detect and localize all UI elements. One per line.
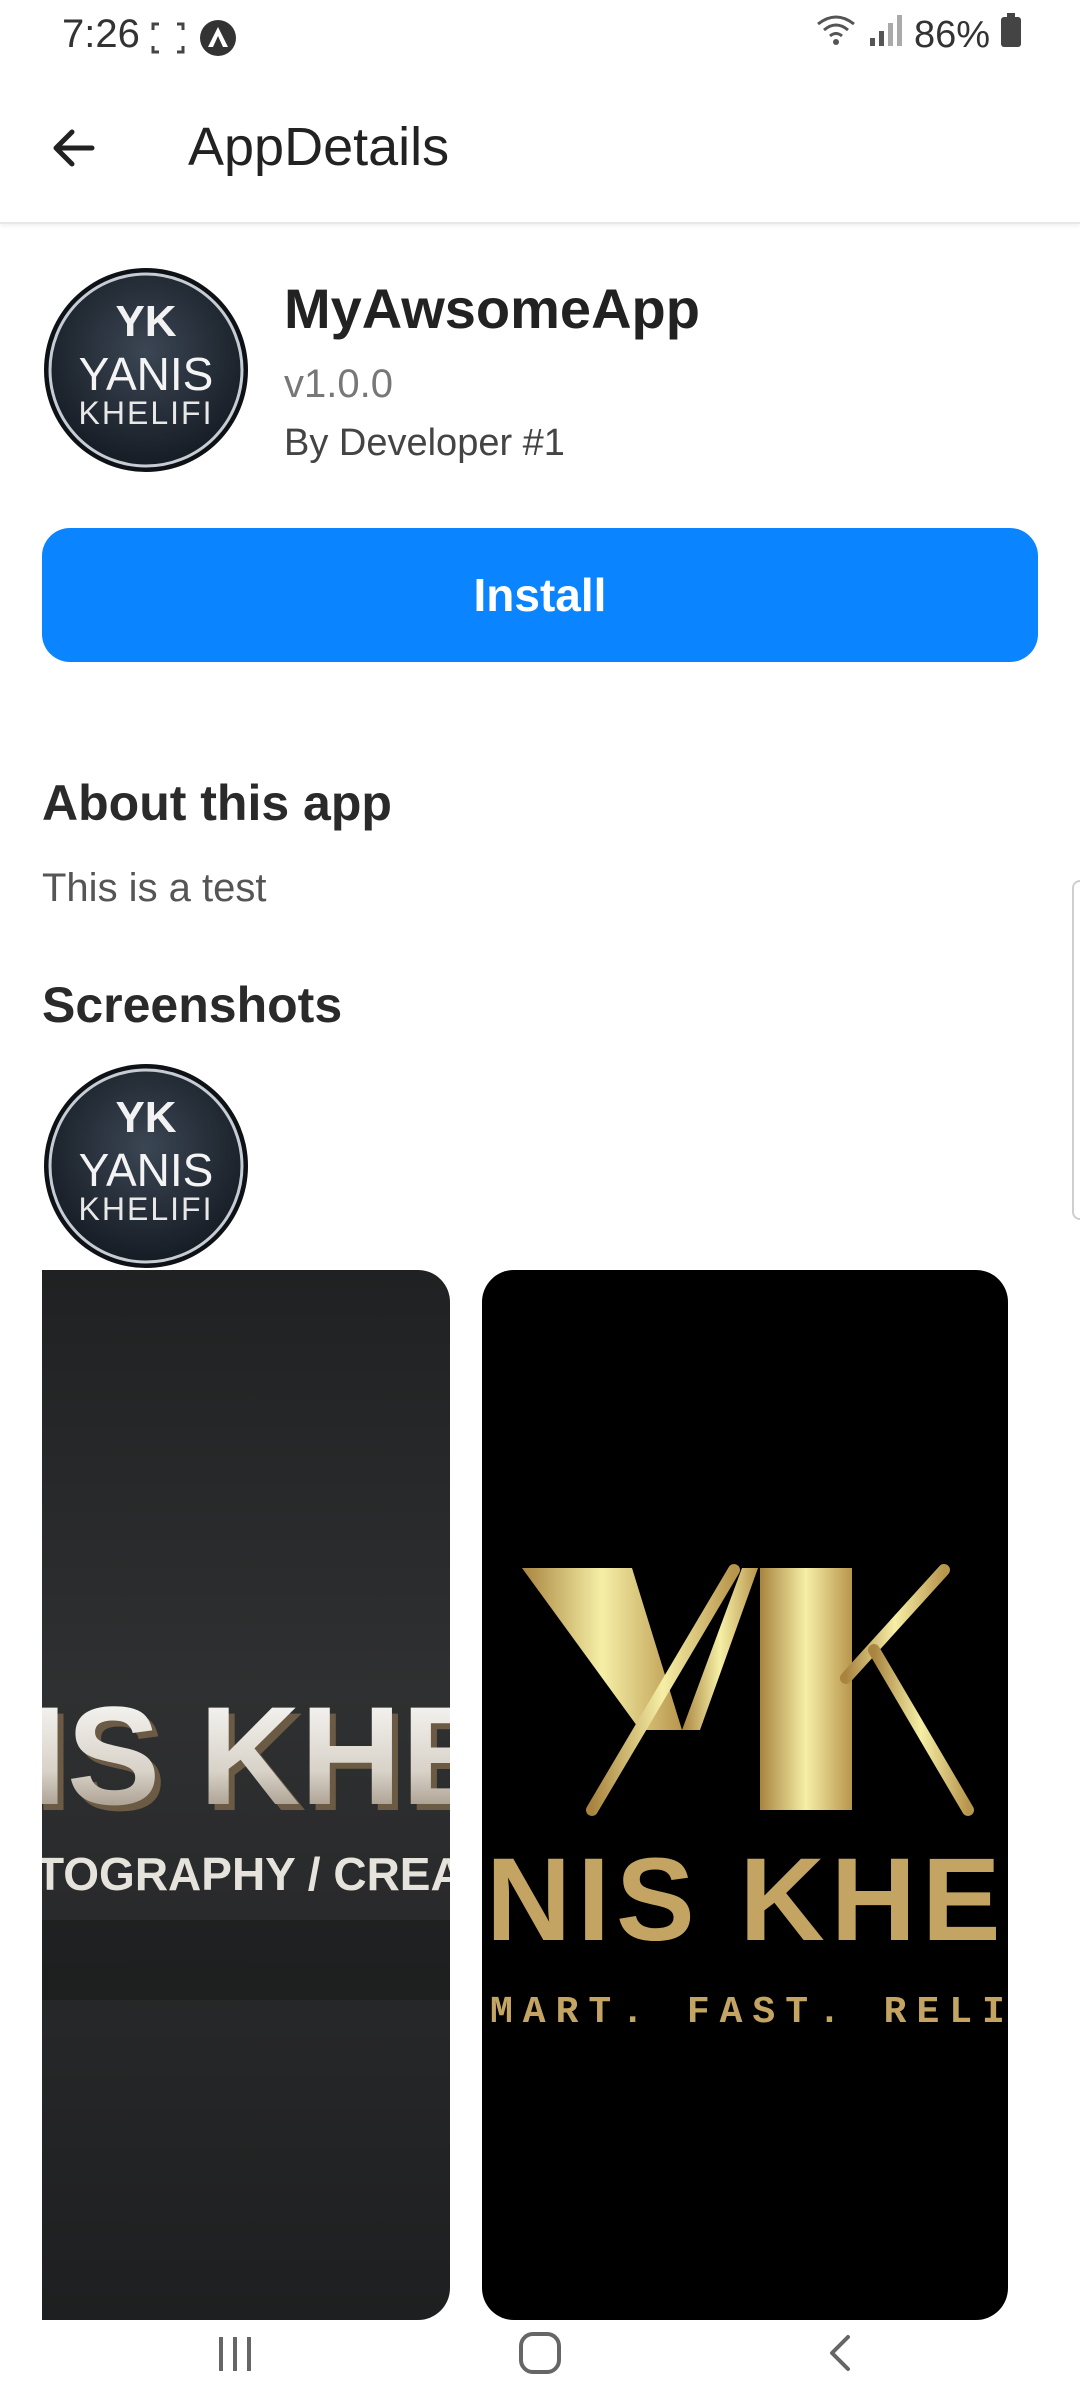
battery-level: 86%	[913, 13, 990, 56]
shot1-subline: TOGRAPHY / CREATIV	[42, 1848, 450, 1900]
app-developer: By Developer #1	[284, 422, 565, 464]
app-bar: AppDetails	[0, 76, 1080, 224]
wifi-icon	[814, 12, 858, 58]
edge-panel-handle[interactable]	[1072, 880, 1080, 1220]
battery-icon	[1000, 12, 1022, 58]
screenshots-title: Screenshots	[42, 977, 343, 1033]
logo-line2: KHELIFI	[79, 395, 214, 431]
back-button[interactable]	[42, 118, 106, 182]
app-logo: YK YANIS KHELIFI	[42, 266, 250, 474]
install-button[interactable]: Install	[42, 528, 1038, 662]
status-left-icons	[150, 18, 238, 63]
app-name: MyAwsomeApp	[284, 277, 700, 340]
navigation-bar	[0, 2310, 1080, 2400]
back-arrow-icon	[48, 122, 100, 179]
nav-back-icon	[818, 2331, 862, 2380]
logo-line1: YANIS	[79, 348, 214, 400]
logo-monogram: YK	[115, 297, 176, 346]
shot2-headline: NIS KHELI	[486, 1834, 1008, 1966]
screenshot-image-1[interactable]: IS KHEI IS KHEI TOGRAPHY / CREATIV	[42, 1270, 450, 2320]
status-right-icons: 86%	[814, 12, 1022, 58]
status-time: 7:26	[62, 12, 140, 56]
shot1-headline: IS KHEI	[42, 1677, 450, 1834]
screenshot-image-2[interactable]: NIS KHELI MART. FAST. RELIABLE	[482, 1270, 1008, 2320]
about-title: About this app	[42, 775, 392, 831]
logo-monogram: YK	[115, 1093, 176, 1142]
logo-line1: YANIS	[79, 1144, 214, 1196]
app-version: v1.0.0	[284, 362, 393, 406]
nav-back-button[interactable]	[800, 2320, 880, 2390]
page-title: AppDetails	[188, 117, 450, 177]
app-details-screen: 7:26 86% AppDetails YK YANIS KHELIFI MyA…	[0, 0, 1080, 2400]
home-icon	[516, 2329, 564, 2382]
screenshot-logo: YK YANIS KHELIFI	[42, 1062, 250, 1270]
signal-icon	[868, 12, 904, 58]
logo-line2: KHELIFI	[79, 1191, 214, 1227]
shot2-subline: MART. FAST. RELIABLE	[490, 1991, 1008, 2034]
android-auto-icon	[198, 18, 238, 63]
recent-apps-button[interactable]	[195, 2320, 275, 2390]
home-button[interactable]	[500, 2320, 580, 2390]
recent-apps-icon	[213, 2331, 257, 2380]
about-text: This is a test	[42, 866, 267, 910]
screenshot-icon	[150, 20, 186, 61]
status-bar: 7:26 86%	[0, 0, 1080, 76]
